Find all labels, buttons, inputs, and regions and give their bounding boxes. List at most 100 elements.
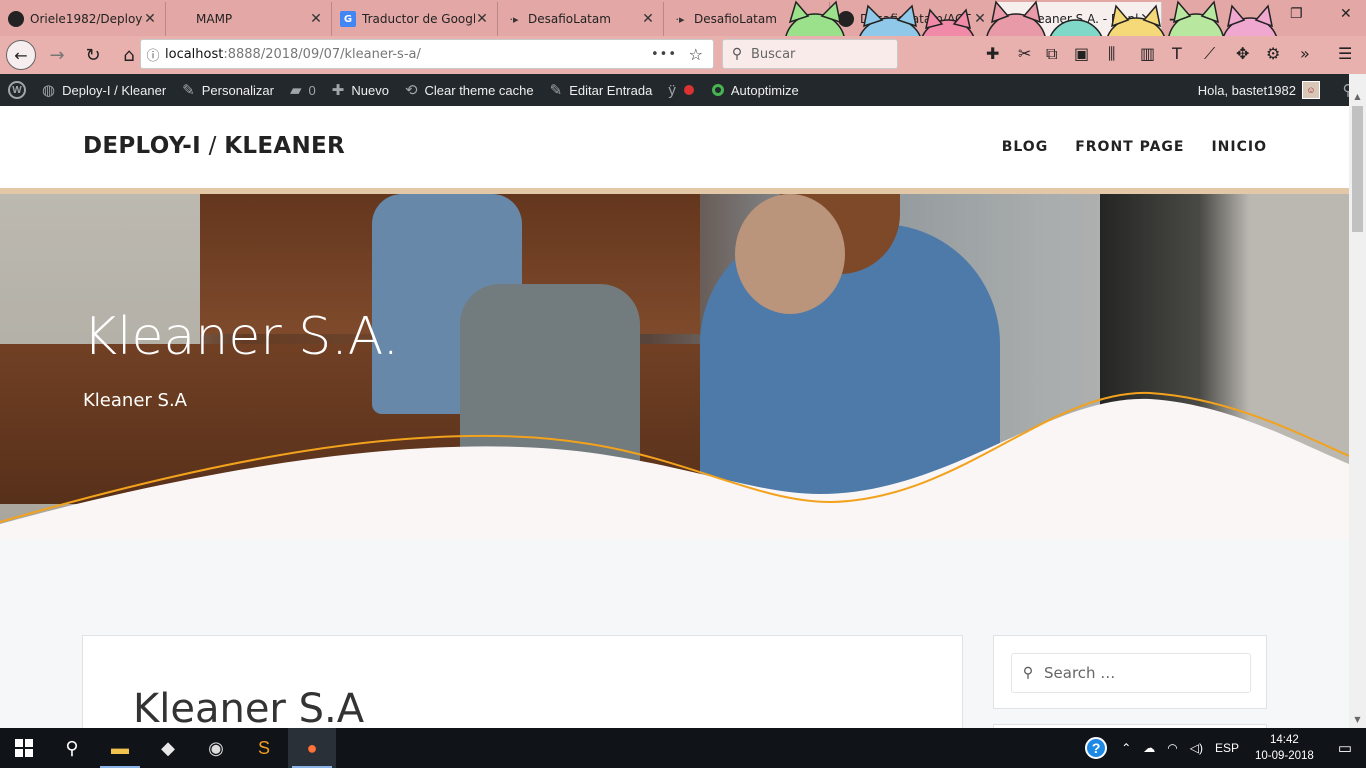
github-desktop-icon[interactable]: ◉ [192, 728, 240, 768]
browser-tab[interactable]: ·▸ DesafioLatam ✕ [664, 2, 830, 36]
close-tab-icon[interactable]: ✕ [1139, 11, 1153, 27]
search-placeholder: Buscar [751, 46, 796, 62]
close-tab-icon[interactable]: ✕ [143, 11, 157, 27]
new-tab-button[interactable]: + [1162, 2, 1190, 36]
browser-tab-active[interactable]: Kleaner S.A. - Deploy-I ✕ [996, 2, 1162, 36]
start-button[interactable] [0, 728, 48, 768]
show-hidden-icons-icon[interactable]: ⌃ [1115, 741, 1137, 755]
scissors-icon[interactable]: ✂ [1018, 44, 1031, 63]
site-header: DEPLOY-I / KLEANER BLOG FRONT PAGE INICI… [0, 106, 1349, 194]
close-tab-icon[interactable]: ✕ [807, 11, 821, 27]
site-title[interactable]: DEPLOY-I / KLEANER [83, 133, 345, 159]
scroll-up-icon[interactable]: ▲ [1349, 88, 1366, 105]
seo-status-dot [683, 85, 694, 95]
hero-banner: Kleaner S.A. Kleaner S.A [0, 194, 1349, 539]
tab-title: DesafioLatam [528, 12, 611, 26]
avatar[interactable]: ☺ [1302, 81, 1320, 99]
system-tray: ? ⌃ ☁ ◠ ◁) ESP 14:42 10-09-2018 ▭ [1085, 728, 1366, 768]
admin-bar-site-name[interactable]: ◍ Deploy-I / Kleaner [34, 74, 174, 106]
tab-title: Traductor de Googl [362, 12, 475, 26]
autoptimize-status-icon [711, 84, 724, 96]
admin-bar-comments[interactable]: ▰ 0 [282, 74, 324, 106]
admin-bar-new[interactable]: ✚ Nuevo [324, 74, 397, 106]
input-language[interactable]: ESP [1209, 741, 1245, 755]
text-icon[interactable]: T [1172, 44, 1182, 63]
wordpress-logo-icon[interactable]: W [0, 74, 34, 106]
notifications-icon[interactable]: ▭ [1324, 739, 1366, 757]
firefox-icon[interactable]: ● [288, 728, 336, 768]
wp-admin-bar: W ◍ Deploy-I / Kleaner ✎ Personalizar ▰ … [0, 74, 1366, 106]
close-tab-icon[interactable]: ✕ [475, 11, 489, 27]
close-tab-icon[interactable]: ✕ [641, 11, 655, 27]
desafiolatam-icon: ·▸ [675, 12, 685, 26]
volume-icon[interactable]: ◁) [1184, 741, 1209, 755]
site-info-icon[interactable]: ⓘ [141, 45, 165, 64]
yoast-icon: ÿ [668, 81, 676, 99]
windows-logo-icon [15, 739, 33, 757]
search-taskbar-icon[interactable]: ⚲ [48, 728, 96, 768]
browser-tab[interactable]: Oriele1982/Deploy- ✕ [0, 2, 166, 36]
sidebar-search-input[interactable]: ⚲ Search … [1011, 653, 1251, 693]
primary-nav: BLOG FRONT PAGE INICIO [1002, 139, 1267, 155]
nav-item-blog[interactable]: BLOG [1002, 139, 1049, 155]
bookmark-star-icon[interactable]: ☆ [689, 45, 703, 64]
admin-bar-edit-post[interactable]: ✎ Editar Entrada [542, 74, 661, 106]
nav-item-inicio[interactable]: INICIO [1211, 139, 1267, 155]
close-tab-icon[interactable]: ✕ [973, 11, 987, 27]
admin-bar-clear-cache[interactable]: ⟲ Clear theme cache [397, 74, 542, 106]
windows-taskbar: ⚲ ▬ ◆ ◉ S ● ? ⌃ ☁ ◠ ◁) ESP 14:42 10-09-2… [0, 728, 1366, 768]
pencil-icon: ✎ [549, 82, 563, 99]
browser-tab-strip: Oriele1982/Deploy- ✕ MAMP ✕ G Traductor … [0, 0, 1366, 36]
overflow-chevrons-icon[interactable]: » [1300, 44, 1310, 63]
extensions-icon[interactable]: ✚ [986, 44, 999, 63]
help-icon[interactable]: ? [1085, 737, 1108, 759]
admin-bar-customize[interactable]: ✎ Personalizar [174, 74, 282, 106]
clock[interactable]: 14:42 10-09-2018 [1245, 732, 1324, 764]
admin-bar-yoast[interactable]: ÿ [660, 74, 704, 106]
nav-item-front-page[interactable]: FRONT PAGE [1075, 139, 1184, 155]
site-title-part1: DEPLOY-I [83, 133, 202, 159]
scroll-down-icon[interactable]: ▼ [1349, 711, 1366, 728]
back-button[interactable]: ← [6, 40, 36, 70]
hero-wave-divider [0, 391, 1349, 539]
url-path: :8888/2018/09/07/kleaner-s-a/ [223, 46, 421, 62]
puzzle-icon[interactable]: ✥ [1236, 44, 1249, 63]
account-greeting[interactable]: Hola, bastet1982 [1198, 83, 1296, 98]
plus-icon: ✚ [331, 82, 345, 99]
menu-hamburger-icon[interactable]: ☰ [1338, 44, 1352, 63]
forward-button[interactable]: → [42, 40, 72, 70]
copy-icon[interactable]: ⧉ [1046, 44, 1057, 64]
onedrive-cloud-icon[interactable]: ☁ [1137, 741, 1161, 755]
page-scrollbar[interactable]: ▲ ▼ [1349, 74, 1366, 728]
eyedropper-icon[interactable]: ⟋ [1204, 44, 1215, 64]
wifi-icon[interactable]: ◠ [1161, 741, 1183, 755]
close-tab-icon[interactable]: ✕ [309, 11, 323, 27]
customize-label: Personalizar [201, 82, 274, 98]
sidebar-search-placeholder: Search … [1044, 664, 1116, 682]
google-translate-icon: G [340, 11, 356, 27]
git-icon[interactable]: ◆ [144, 728, 192, 768]
sidebar-search-widget: ⚲ Search … [993, 635, 1267, 709]
sublime-text-icon[interactable]: S [240, 728, 288, 768]
scrollbar-thumb[interactable] [1352, 106, 1363, 232]
page-actions-icon[interactable]: ••• [651, 47, 677, 62]
admin-bar-autoptimize[interactable]: Autoptimize [704, 74, 807, 106]
close-window-icon[interactable]: ✕ [1340, 6, 1352, 22]
settings-icon[interactable]: ⚙ [1266, 44, 1280, 63]
browser-tab[interactable]: ·▸ DesafioLatam ✕ [498, 2, 664, 36]
sidebar-icon[interactable]: ▥ [1140, 44, 1155, 63]
reload-button[interactable]: ↻ [78, 40, 108, 70]
browser-tab[interactable]: G Traductor de Googl ✕ [332, 2, 498, 36]
tab-title: Kleaner S.A. - Deploy-I [1026, 12, 1139, 26]
browser-tab[interactable]: DesafioLatam/ACT ✕ [830, 2, 996, 36]
address-bar[interactable]: ⓘ localhost:8888/2018/09/07/kleaner-s-a/… [140, 39, 714, 69]
library-icon[interactable]: ⫼ [1108, 44, 1115, 64]
restore-window-icon[interactable]: ❐ [1290, 6, 1303, 22]
github-icon [838, 11, 854, 27]
browser-search-box[interactable]: ⚲ Buscar [722, 39, 898, 69]
github-icon [8, 11, 24, 27]
browser-tab[interactable]: MAMP ✕ [166, 2, 332, 36]
clipboard-icon[interactable]: ▣ [1074, 44, 1089, 63]
file-explorer-icon[interactable]: ▬ [96, 728, 144, 768]
article-title: Kleaner S.A [133, 686, 365, 728]
